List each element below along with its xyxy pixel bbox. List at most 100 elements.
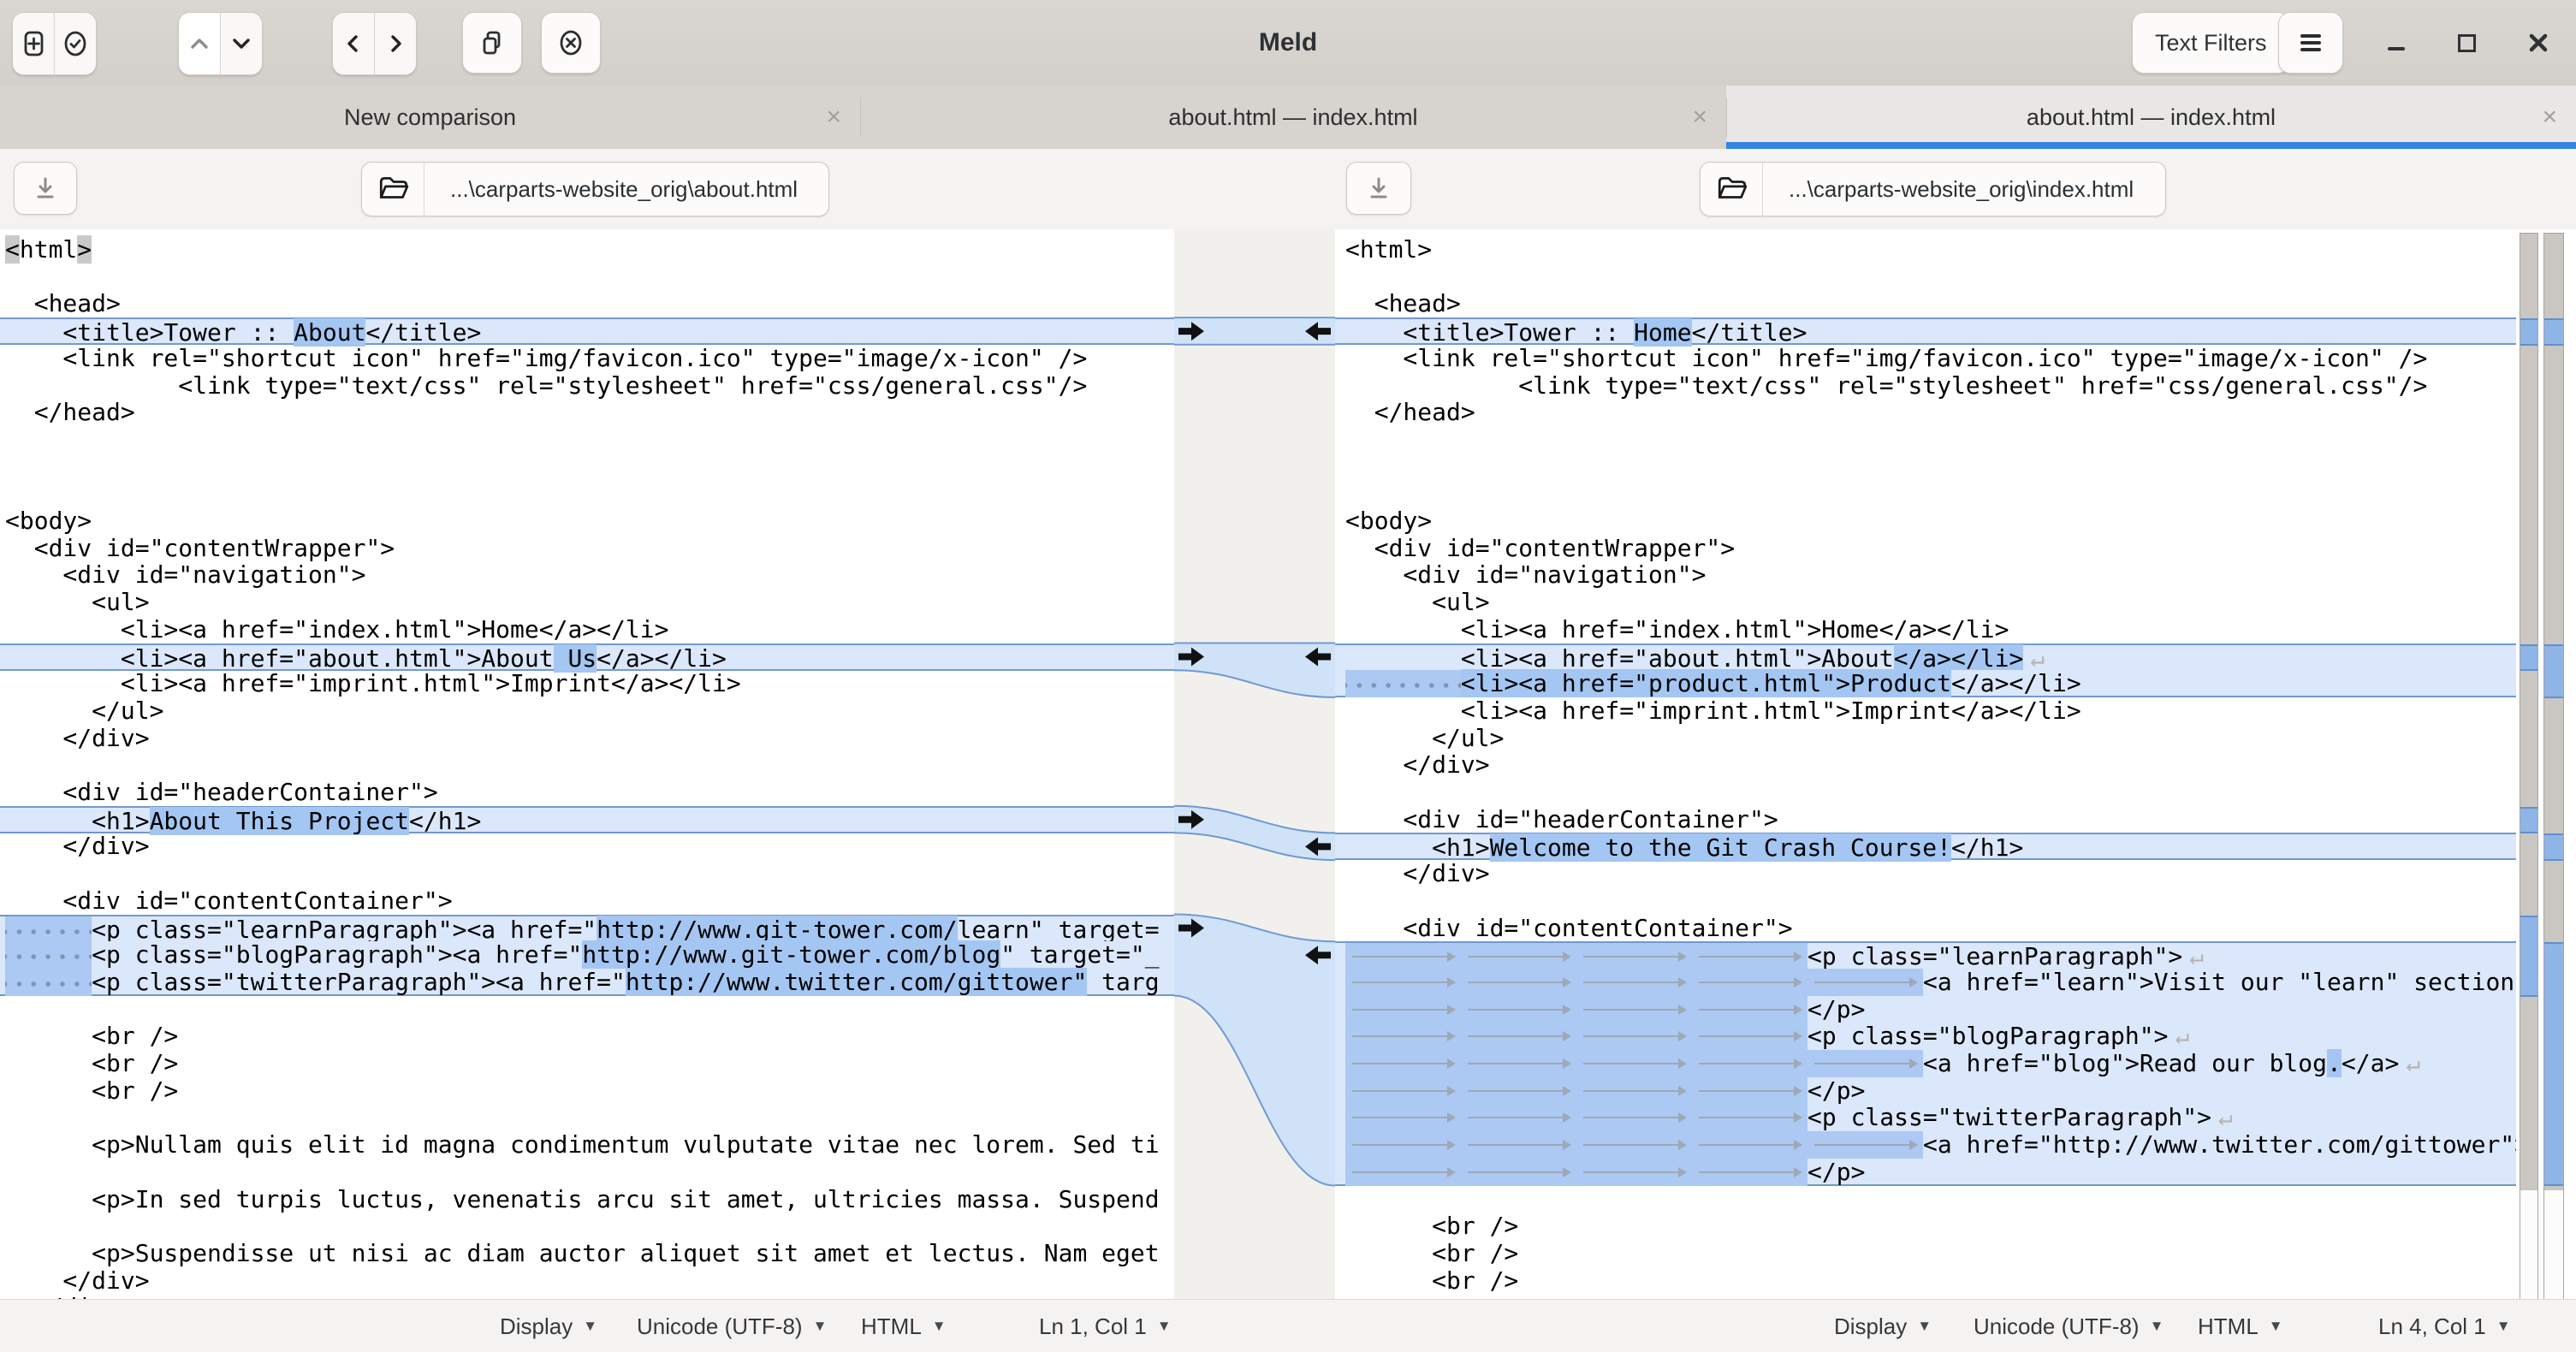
- code-line: <a href="blog">Read our blog.</a>↵: [1335, 1050, 2516, 1077]
- code-line: <p class="learnParagraph">↵: [1335, 941, 2516, 969]
- diff-map-mark[interactable]: [2520, 916, 2537, 997]
- code-line: <ul>: [1335, 589, 2516, 616]
- folder-icon: [377, 173, 409, 205]
- newline-marker-icon: ↵: [2406, 1049, 2420, 1077]
- code-line: <p>Suspendisse ut nisi ac diam auctor al…: [0, 1240, 1174, 1267]
- cursor-position-left[interactable]: Ln 1, Col 1▼: [1039, 1300, 1172, 1352]
- minimize-icon: [2385, 32, 2407, 54]
- code-line: <div id="navigation">: [0, 561, 1174, 589]
- code-line: </ul>: [0, 697, 1174, 725]
- tab-indent-marker: [1345, 1050, 1923, 1077]
- close-icon: [2526, 30, 2551, 56]
- tab-close-icon[interactable]: ×: [826, 86, 841, 149]
- syntax-menu-left[interactable]: HTML▼: [861, 1300, 947, 1352]
- code-line: </head>: [0, 399, 1174, 426]
- dropdown-arrow-icon: ▼: [1157, 1318, 1172, 1335]
- copy-button[interactable]: [462, 12, 522, 74]
- file-chooser-right[interactable]: ...\carparts-website_orig\index.html: [1700, 162, 2166, 216]
- newline-marker-icon: ↵: [2175, 1022, 2189, 1050]
- push-right-button[interactable]: [374, 13, 416, 74]
- editor-left[interactable]: <html> <head> <title>Tower :: About</tit…: [0, 229, 1174, 1299]
- code-line: <title>Tower :: Home</title>: [1335, 317, 2516, 345]
- previous-change-button[interactable]: [179, 13, 220, 74]
- code-line: <head>: [1335, 290, 2516, 317]
- tabbar: New comparison × about.html — index.html…: [0, 86, 2576, 150]
- space-indent-marker: [1345, 670, 1461, 697]
- code-line: <p class="learnParagraph"><a href="http:…: [0, 915, 1174, 942]
- push-left-button[interactable]: [333, 13, 374, 74]
- encoding-menu-right[interactable]: Unicode (UTF-8)▼: [1974, 1300, 2163, 1352]
- code-line: <p>Nullam quis elit id magna condimentum…: [0, 1131, 1174, 1159]
- code-line: <p>In sed turpis luctus, venenatis arcu …: [0, 1186, 1174, 1213]
- syntax-menu-right[interactable]: HTML▼: [2198, 1300, 2283, 1352]
- diff-map-mark[interactable]: [2544, 318, 2563, 346]
- code-line: <li><a href="index.html">Home</a></li>: [0, 616, 1174, 643]
- code-line: <ul>: [0, 589, 1174, 616]
- code-line: <li><a href="product.html">Product</a></…: [1335, 670, 2516, 697]
- close-button[interactable]: [2513, 0, 2564, 86]
- tab-comparison-1[interactable]: about.html — index.html ×: [860, 86, 1726, 149]
- code-line: <li><a href="imprint.html">Imprint</a></…: [1335, 697, 2516, 725]
- tab-indent-marker: [1345, 1104, 1807, 1131]
- code-line: <br />: [1335, 1240, 2516, 1267]
- tab-indent-marker: [1345, 1131, 1923, 1159]
- recent-button[interactable]: [54, 13, 96, 74]
- code-line: <br />: [0, 1050, 1174, 1077]
- dropdown-arrow-icon: ▼: [2496, 1318, 2511, 1335]
- code-line: <li><a href="index.html">Home</a></li>: [1335, 616, 2516, 643]
- restore-button[interactable]: [2441, 0, 2492, 86]
- diff-map-mark[interactable]: [2520, 318, 2537, 346]
- code-line: </head>: [1335, 399, 2516, 426]
- diff-map-mark[interactable]: [2520, 644, 2537, 672]
- next-change-button[interactable]: [220, 13, 262, 74]
- code-line: <a href="http://www.twitter.com/gittower…: [1335, 1131, 2516, 1159]
- encoding-menu-left[interactable]: Unicode (UTF-8)▼: [637, 1300, 827, 1352]
- tab-close-icon[interactable]: ×: [1692, 86, 1707, 149]
- code-line: <br />: [0, 1077, 1174, 1105]
- chevron-up-icon: [182, 28, 217, 59]
- diff-map-mark[interactable]: [2544, 833, 2563, 861]
- stop-button[interactable]: [541, 12, 601, 74]
- code-line: <link rel="shortcut icon" href="img/favi…: [1335, 345, 2516, 372]
- file-chooser-left[interactable]: ...\carparts-website_orig\about.html: [361, 162, 829, 216]
- code-line: </div>: [1335, 860, 2516, 887]
- new-comparison-button[interactable]: [13, 13, 54, 74]
- newline-marker-icon: ↵: [2189, 942, 2204, 970]
- display-menu-right[interactable]: Display▼: [1834, 1300, 1932, 1352]
- code-line: </div>: [0, 725, 1174, 752]
- dropdown-arrow-icon: ▼: [932, 1318, 947, 1335]
- newline-marker-icon: ↵: [2030, 644, 2045, 673]
- minimize-button[interactable]: [2371, 0, 2422, 86]
- text-filters-button[interactable]: Text Filters: [2132, 12, 2290, 74]
- tab-indent-marker: [1345, 1159, 1807, 1186]
- display-menu-left[interactable]: Display▼: [500, 1300, 597, 1352]
- code-line: </div>: [1335, 751, 2516, 779]
- space-indent-marker: [5, 916, 92, 944]
- chevron-right-icon: [378, 28, 413, 59]
- overview-map-left[interactable]: [2520, 233, 2538, 1352]
- diff-map-mark[interactable]: [2520, 807, 2537, 834]
- tab-close-icon[interactable]: ×: [2542, 86, 2557, 149]
- code-line: <body>: [0, 507, 1174, 535]
- code-line: </p>: [1335, 1159, 2516, 1186]
- diff-map-mark[interactable]: [2544, 942, 2563, 1186]
- overview-map-right[interactable]: [2543, 233, 2564, 1352]
- code-line: <body>: [1335, 507, 2516, 535]
- tab-comparison-2-active[interactable]: about.html — index.html ×: [1726, 86, 2576, 149]
- code-line: </div>: [0, 1267, 1174, 1295]
- editor-right[interactable]: <html> <head> <title>Tower :: Home</titl…: [1335, 229, 2516, 1299]
- code-line: <head>: [0, 290, 1174, 317]
- code-line: <h1>Welcome to the Git Crash Course!</h1…: [1335, 833, 2516, 860]
- code-line: </div>: [0, 833, 1174, 860]
- save-left-button[interactable]: [14, 162, 77, 215]
- chevron-left-icon: [336, 28, 371, 59]
- window-title: Meld: [1160, 0, 1416, 86]
- cursor-position-right[interactable]: Ln 4, Col 1▼: [2378, 1300, 2511, 1352]
- menu-button[interactable]: [2278, 12, 2343, 74]
- tab-new-comparison[interactable]: New comparison ×: [0, 86, 860, 149]
- dropdown-arrow-icon: ▼: [1917, 1318, 1932, 1335]
- code-line: <div id="navigation">: [1335, 561, 2516, 589]
- newline-marker-icon: ↵: [2218, 1103, 2233, 1131]
- diff-map-mark[interactable]: [2544, 644, 2563, 698]
- save-right-button[interactable]: [1346, 162, 1411, 215]
